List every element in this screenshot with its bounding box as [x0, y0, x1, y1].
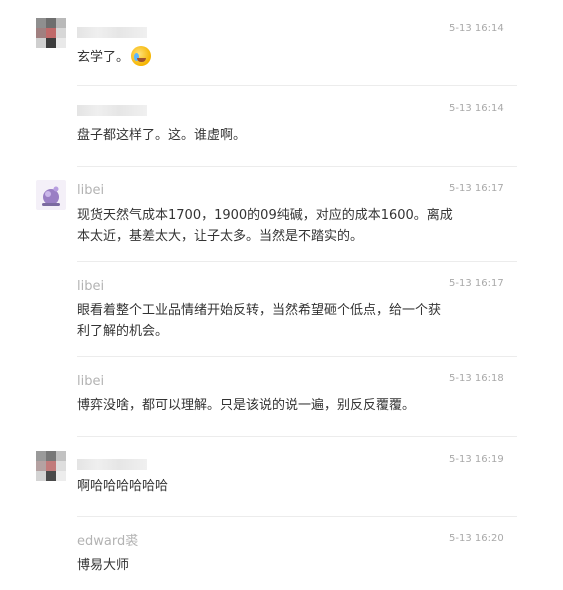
comment-text-line: 本太近，基差太大，让子太多。当然是不踏实的。 — [77, 229, 364, 244]
comment-text: 博弈没啥，都可以理解。只是该说的说一遍，别反反覆覆。 — [77, 398, 416, 413]
separator — [77, 261, 517, 262]
comment-text: 博易大师 — [77, 558, 130, 573]
comment-text-line: 眼看着整个工业品情绪开始反转，当然希望砸个低点，给一个获 — [77, 303, 442, 318]
separator — [77, 436, 517, 437]
separator — [77, 356, 517, 357]
timestamp: 5-13 16:17 — [449, 183, 504, 194]
timestamp: 5-13 16:17 — [449, 278, 504, 289]
separator — [77, 166, 517, 167]
avatar[interactable] — [36, 180, 66, 210]
timestamp: 5-13 16:19 — [449, 454, 504, 465]
username-blurred[interactable] — [77, 27, 147, 38]
comment-text: 盘子都这样了。这。谁虚啊。 — [77, 128, 247, 143]
laughing-tears-emoji-icon — [131, 46, 152, 66]
timestamp: 5-13 16:20 — [449, 533, 504, 544]
timestamp: 5-13 16:14 — [449, 103, 504, 114]
username-blurred[interactable] — [77, 105, 147, 116]
avatar[interactable] — [36, 18, 66, 48]
avatar-image-icon — [42, 186, 60, 206]
timestamp: 5-13 16:14 — [449, 23, 504, 34]
username[interactable]: libei — [77, 279, 104, 295]
separator — [77, 85, 517, 86]
comment-text-line: 利了解的机会。 — [77, 324, 169, 339]
comment-text: 现货天然气成本1700，1900的09纯碱，对应的成本1600。离成 本太近，基… — [77, 205, 477, 247]
username-blurred[interactable] — [77, 459, 147, 470]
username[interactable]: edward裘 — [77, 534, 138, 550]
comment-text: 啊哈哈哈哈哈哈 — [77, 479, 169, 494]
comment-text-line: 现货天然气成本1700，1900的09纯碱，对应的成本1600。离成 — [77, 208, 453, 223]
comment-text: 玄学了。 — [77, 46, 477, 68]
separator — [77, 516, 517, 517]
comment-text-content: 玄学了。 — [77, 50, 130, 65]
avatar[interactable] — [36, 451, 66, 481]
timestamp: 5-13 16:18 — [449, 373, 504, 384]
comment-text: 眼看着整个工业品情绪开始反转，当然希望砸个低点，给一个获 利了解的机会。 — [77, 300, 477, 342]
username[interactable]: libei — [77, 183, 104, 199]
username[interactable]: libei — [77, 374, 104, 390]
